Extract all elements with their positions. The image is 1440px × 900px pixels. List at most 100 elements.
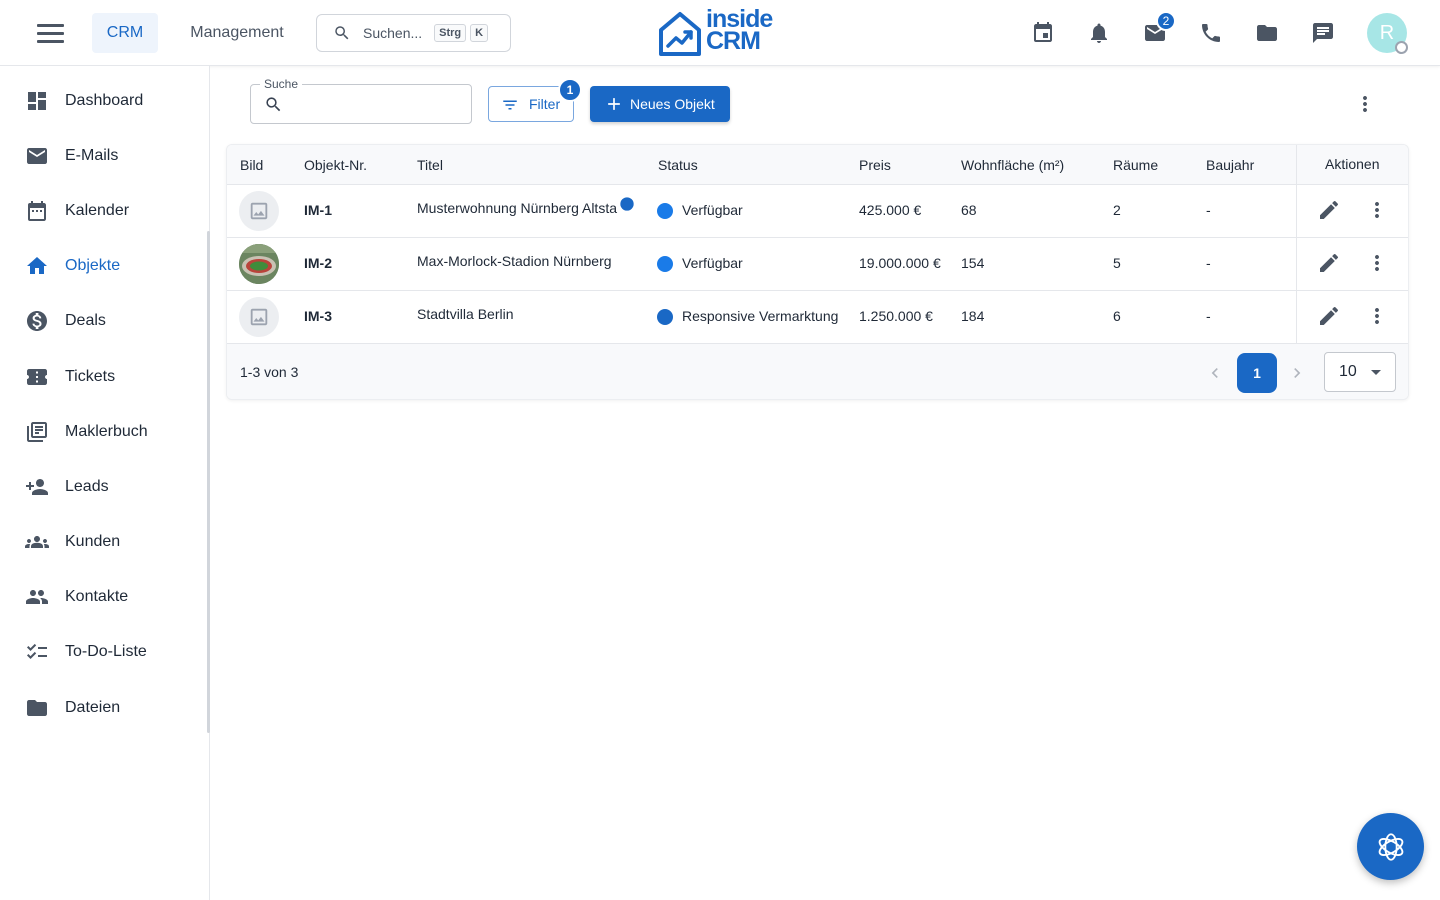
sidebar-item-dateien[interactable]: Dateien [0, 686, 207, 730]
chevron-left-icon[interactable] [1205, 363, 1225, 383]
object-status: Verfügbar [682, 255, 743, 271]
column-header-title[interactable]: Titel [417, 157, 443, 173]
dollar-icon [27, 311, 47, 331]
people-icon [26, 590, 48, 604]
edit-icon[interactable] [1317, 251, 1341, 275]
filter-label: Filter [529, 96, 561, 112]
object-price: 425.000 € [859, 202, 922, 218]
calendar-icon[interactable] [1031, 21, 1055, 45]
logo[interactable]: inside CRM [658, 5, 783, 58]
column-header-status[interactable]: Status [658, 157, 698, 173]
object-search-field[interactable]: Suche [250, 77, 472, 124]
phone-icon[interactable] [1199, 21, 1223, 45]
sidebar-item-leads[interactable]: Leads [0, 465, 207, 509]
edit-icon[interactable] [1317, 304, 1341, 328]
object-price: 19.000.000 € [859, 255, 941, 271]
image-icon [250, 308, 268, 326]
column-header-number[interactable]: Objekt-Nr. [304, 157, 367, 173]
column-header-price[interactable]: Preis [859, 157, 891, 173]
sidebar-item-kontakte[interactable]: Kontakte [0, 575, 207, 619]
top-bar: CRM Management Suchen... Strg K inside C… [0, 0, 1440, 66]
object-number[interactable]: IM-2 [304, 255, 332, 271]
bell-icon[interactable] [1087, 21, 1111, 45]
rows-per-page-select[interactable]: 10 [1324, 352, 1396, 392]
search-icon [335, 26, 349, 40]
groups-icon [25, 536, 49, 548]
more-vert-icon[interactable] [1365, 304, 1389, 328]
shortcut-key-ctrl: Strg [434, 24, 467, 42]
ai-assistant-button[interactable] [1357, 813, 1424, 880]
folder-icon[interactable] [1255, 21, 1279, 45]
object-number[interactable]: IM-3 [304, 308, 332, 324]
dashboard-icon [28, 92, 46, 110]
status-dot [657, 256, 673, 272]
table-row[interactable]: IM-3 Stadtvilla Berlin Responsive Vermar… [227, 291, 1408, 344]
column-header-year[interactable]: Baujahr [1206, 157, 1254, 173]
library-icon [27, 422, 47, 442]
more-vert-icon[interactable] [1353, 92, 1377, 116]
logo-text: inside CRM [706, 5, 773, 55]
edit-icon[interactable] [1317, 198, 1341, 222]
sidebar-item-maklerbuch[interactable]: Maklerbuch [0, 410, 207, 454]
sidebar: Dashboard E-Mails Kalender Objekte Deals… [0, 66, 210, 900]
chevron-right-icon[interactable] [1287, 363, 1307, 383]
shortcut-key-k: K [470, 24, 489, 42]
sidebar-item-todo[interactable]: To-Do-Liste [0, 630, 207, 674]
object-year: - [1206, 308, 1211, 324]
actions-column [1296, 145, 1408, 344]
object-title[interactable]: Musterwohnung Nürnberg Altsta [417, 200, 627, 216]
sidebar-item-dashboard[interactable]: Dashboard [0, 79, 207, 123]
object-image-placeholder [239, 297, 279, 337]
filter-count-badge: 1 [558, 78, 582, 102]
mail-badge: 2 [1156, 11, 1176, 31]
table-row[interactable]: IM-2 Max-Morlock-Stadion Nürnberg Verfüg… [227, 238, 1408, 291]
pagination-range: 1-3 von 3 [240, 364, 299, 380]
filter-icon [503, 100, 517, 110]
object-price: 1.250.000 € [859, 308, 933, 324]
rows-per-page-value: 10 [1339, 363, 1357, 380]
object-title[interactable]: Stadtvilla Berlin [417, 306, 514, 322]
sidebar-item-kunden[interactable]: Kunden [0, 520, 207, 564]
more-vert-icon[interactable] [1365, 198, 1389, 222]
caret-down-icon [1371, 370, 1381, 375]
shared-badge-icon [620, 197, 634, 211]
avatar-status-indicator [1395, 41, 1408, 54]
table-row[interactable]: IM-1 Musterwohnung Nürnberg Altsta Verfü… [227, 185, 1408, 238]
sidebar-item-tickets[interactable]: Tickets [0, 355, 207, 399]
object-image-placeholder [239, 191, 279, 231]
object-year: - [1206, 255, 1211, 271]
object-rooms: 2 [1113, 202, 1121, 218]
tab-crm[interactable]: CRM [92, 13, 158, 53]
menu-icon[interactable] [37, 24, 65, 44]
global-search[interactable]: Suchen... Strg K [316, 14, 511, 52]
chat-icon[interactable] [1311, 21, 1335, 45]
object-area: 68 [961, 202, 977, 218]
plus-icon [608, 98, 620, 110]
object-rooms: 6 [1113, 308, 1121, 324]
object-rooms: 5 [1113, 255, 1121, 271]
object-title[interactable]: Max-Morlock-Stadion Nürnberg [417, 253, 612, 269]
sidebar-item-objekte[interactable]: Objekte [0, 244, 207, 288]
sidebar-item-calendar[interactable]: Kalender [0, 189, 207, 233]
ticket-icon [27, 369, 47, 385]
sidebar-item-deals[interactable]: Deals [0, 299, 207, 343]
column-header-rooms[interactable]: Räume [1113, 157, 1158, 173]
object-status: Responsive Vermarktung [682, 308, 839, 324]
sidebar-item-emails[interactable]: E-Mails [0, 134, 207, 178]
page-button-1[interactable]: 1 [1237, 353, 1277, 393]
image-icon [250, 202, 268, 220]
tab-management[interactable]: Management [178, 13, 296, 53]
table-header: Bild Objekt-Nr. Titel Status Preis Wohnf… [227, 145, 1408, 185]
sidebar-scrollbar[interactable] [207, 231, 210, 733]
stadium-photo [239, 244, 279, 284]
status-dot [657, 203, 673, 219]
new-object-button[interactable]: Neues Objekt [590, 86, 730, 122]
column-header-area[interactable]: Wohnfläche (m²) [961, 157, 1064, 173]
object-area: 154 [961, 255, 985, 271]
more-vert-icon[interactable] [1365, 251, 1389, 275]
search-label: Suche [260, 77, 303, 91]
object-search-input[interactable] [291, 91, 461, 117]
home-icon [27, 257, 47, 274]
object-number[interactable]: IM-1 [304, 202, 332, 218]
logo-house-icon [659, 12, 701, 56]
